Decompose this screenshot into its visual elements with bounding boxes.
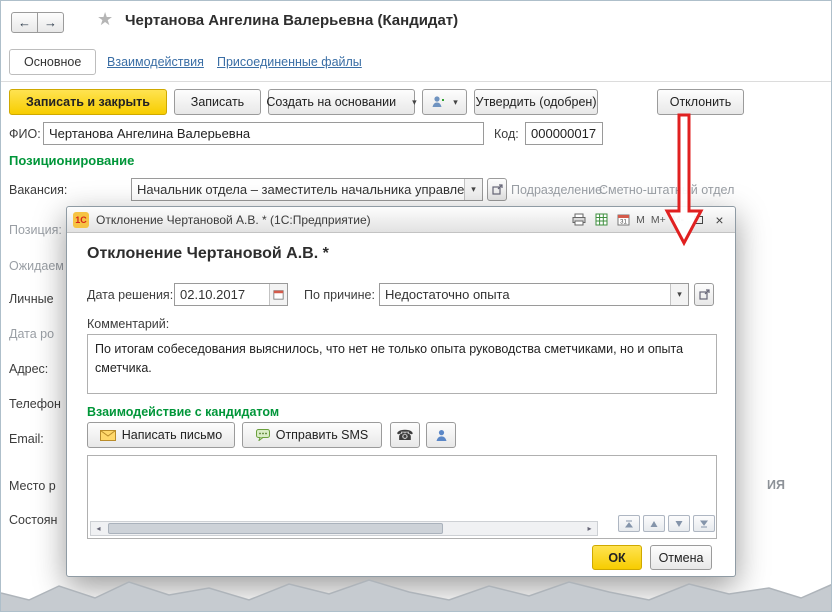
positioning-section-header: Позиционирование [9,153,134,168]
decision-date-input[interactable]: 02.10.2017 [174,283,288,306]
chevron-down-icon: ▾ [677,290,682,299]
write-letter-button[interactable]: Написать письмо [87,422,235,448]
comment-textarea[interactable]: По итогам собеседования выяснилось, что … [87,334,717,394]
chevron-down-icon: ▾ [453,98,458,107]
page-title: Чертанова Ангелина Валерьевна (Кандидат) [125,12,458,29]
address-label: Адрес: [9,362,66,376]
workplace-label: Место р [9,479,66,493]
open-link-icon [492,184,503,195]
email-label: Email: [9,432,66,446]
phone-label: Телефон [9,397,66,411]
birthdate-label: Дата ро [9,327,66,341]
arrow-up-icon [649,519,659,529]
create-based-on-label: Создать на основании [266,95,396,109]
decision-date-label: Дата решения: [87,288,173,302]
arrow-down-icon [674,519,684,529]
nav-back-button[interactable]: ← [11,12,38,33]
vacancy-combobox[interactable]: Начальник отдела – заместитель начальник… [131,178,483,201]
dialog-heading: Отклонение Чертановой А.В. * [87,245,329,263]
header-divider [1,81,832,82]
svg-text:31: 31 [620,220,627,226]
calendar-icon[interactable]: 31 [613,211,633,229]
code-label: Код: [494,127,519,141]
sms-bubble-icon [256,429,270,441]
candidate-card-window: ← → ★ Чертанова Ангелина Валерьевна (Кан… [0,0,832,612]
tab-interactions[interactable]: Взаимодействия [107,55,204,69]
add-person-icon [431,95,447,109]
favorite-star-icon[interactable]: ★ [97,9,113,30]
send-sms-label: Отправить SMS [276,428,369,442]
dialog-window-title: Отклонение Чертановой А.В. * (1С:Предпри… [96,213,371,227]
reason-open-button[interactable] [694,283,714,306]
table-icon[interactable] [591,211,611,229]
move-down-button[interactable] [668,515,690,532]
tab-attached-files[interactable]: Присоединенные файлы [217,55,362,69]
rejection-dialog: 1С Отклонение Чертановой А.В. * (1С:Пред… [66,206,736,577]
move-up-button[interactable] [643,515,665,532]
tab-main[interactable]: Основное [9,49,96,75]
horizontal-scrollbar[interactable]: ◂ ▸ [90,521,598,536]
calendar-icon [273,289,284,300]
meeting-button[interactable] [426,422,456,448]
decision-date-value: 02.10.2017 [175,287,269,302]
reason-value: Недостаточно опыта [380,287,670,302]
arrow-bottom-icon [699,519,709,529]
back-arrow-icon: ← [18,15,31,30]
move-first-button[interactable] [618,515,640,532]
print-icon[interactable] [569,211,589,229]
memory-m-button[interactable]: M [633,214,648,226]
write-letter-label: Написать письмо [122,428,222,442]
torn-edge-decoration [1,573,832,611]
fio-label: ФИО: [9,127,41,141]
reason-label: По причине: [304,288,375,302]
envelope-icon [100,430,116,441]
reason-dropdown-button[interactable]: ▾ [670,284,688,305]
comment-label: Комментарий: [87,317,169,331]
send-sms-button[interactable]: Отправить SMS [242,422,382,448]
expected-income-label: Ожидаем [9,259,66,273]
state-label: Состоян [9,513,66,527]
scrollbar-thumb[interactable] [108,523,443,534]
open-link-icon [699,289,710,300]
nav-forward-button[interactable]: → [37,12,64,33]
position-label: Позиция: [9,223,66,237]
vacancy-value: Начальник отдела – заместитель начальник… [132,182,464,197]
save-button[interactable]: Записать [174,89,261,115]
personal-data-label: Личные [9,292,66,306]
scrollbar-left-button[interactable]: ◂ [91,522,106,535]
1c-logo-icon: 1С [73,212,89,228]
vacancy-label: Вакансия: [9,183,67,197]
approve-button[interactable]: Утвердить (одобрен) [474,89,598,115]
dialog-titlebar[interactable]: 1С Отклонение Чертановой А.В. * (1С:Пред… [67,207,735,233]
phone-icon: ☎ [396,427,413,444]
red-annotation-arrow [660,113,708,247]
ok-button[interactable]: ОК [592,545,642,570]
scrollbar-right-button[interactable]: ▸ [582,522,597,535]
arrow-top-icon [624,519,634,529]
list-move-buttons [615,515,715,532]
close-button[interactable]: × [710,211,729,229]
candidate-actions-button[interactable]: ▾ [422,89,467,115]
move-last-button[interactable] [693,515,715,532]
save-and-close-button[interactable]: Записать и закрыть [9,89,167,115]
vacancy-open-button[interactable] [487,178,507,201]
chevron-down-icon: ▾ [471,185,476,194]
create-based-on-button[interactable]: Создать на основании ▾ [268,89,415,115]
call-button[interactable]: ☎ [390,422,420,448]
interaction-section-header: Взаимодействие с кандидатом [87,405,279,419]
department-label: Подразделение: [511,183,606,197]
cancel-button[interactable]: Отмена [650,545,712,570]
code-input[interactable] [525,122,603,145]
reject-button[interactable]: Отклонить [657,89,744,115]
fio-input[interactable] [43,122,484,145]
date-picker-button[interactable] [269,284,287,305]
tab-main-label: Основное [24,55,81,69]
vacancy-dropdown-button[interactable]: ▾ [464,179,482,200]
forward-arrow-icon: → [44,15,57,30]
reason-combobox[interactable]: Недостаточно опыта ▾ [379,283,689,306]
history-header-fragment: ИЯ [767,478,785,492]
chevron-down-icon: ▾ [412,98,417,107]
person-icon [435,429,448,442]
